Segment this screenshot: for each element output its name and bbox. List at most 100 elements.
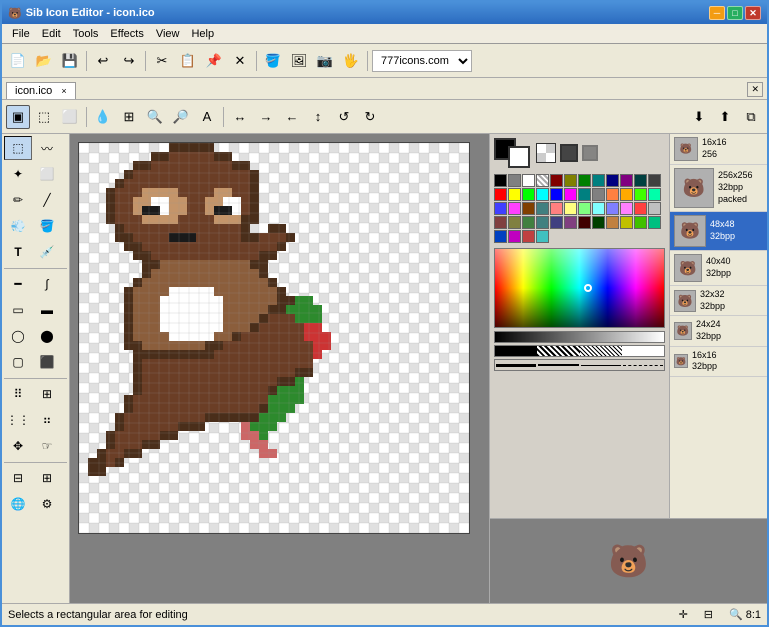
color-cell-30[interactable]	[578, 202, 591, 215]
icon-entry-0[interactable]: 🐻 16x16 256	[670, 134, 767, 165]
color-cell-49[interactable]	[508, 230, 521, 243]
zoom-out-tool[interactable]: 🔎	[169, 105, 193, 129]
color-cell-44[interactable]	[606, 216, 619, 229]
color-cell-45[interactable]	[620, 216, 633, 229]
cut-button[interactable]: ✂	[150, 49, 174, 73]
icon-entry-5[interactable]: 🐻 24x24 32bpp	[670, 316, 767, 346]
select-tool2[interactable]: ⬚	[32, 105, 56, 129]
color-cell-25[interactable]	[508, 202, 521, 215]
layers-tool[interactable]: ⧉	[739, 105, 763, 129]
color-swap[interactable]	[582, 145, 598, 161]
select-lasso-btn[interactable]: 〰	[33, 136, 61, 160]
panel-close-btn[interactable]: ✕	[747, 82, 763, 97]
line2[interactable]	[538, 364, 578, 366]
select-tool3[interactable]: ⬜	[58, 105, 82, 129]
tool11a[interactable]: ⋮⋮	[4, 408, 32, 432]
icon-entry-2[interactable]: 🐻 48x48 32bpp	[670, 212, 767, 251]
color-cell-41[interactable]	[564, 216, 577, 229]
tab-close-btn[interactable]: ×	[61, 86, 66, 96]
line2-btn[interactable]: ━	[4, 272, 32, 296]
color-cell-31[interactable]	[592, 202, 605, 215]
arrow-r-tool[interactable]: →	[254, 105, 278, 129]
eyedropper-btn[interactable]: 💉	[33, 240, 61, 264]
close-button[interactable]: ✕	[745, 6, 761, 20]
new-button[interactable]: 📄	[6, 49, 30, 73]
color-cell-26[interactable]	[522, 202, 535, 215]
grayscale-strip[interactable]	[494, 331, 665, 343]
p2[interactable]	[537, 346, 579, 356]
color-cell-8[interactable]	[606, 174, 619, 187]
color-cell-42[interactable]	[578, 216, 591, 229]
color-cell-16[interactable]	[550, 188, 563, 201]
color-cell-51[interactable]	[536, 230, 549, 243]
color-cell-47[interactable]	[648, 216, 661, 229]
fill-tool[interactable]: 💧	[91, 105, 115, 129]
rounded-rect-btn[interactable]: ▢	[4, 350, 32, 374]
menu-view[interactable]: View	[150, 27, 186, 41]
color-cell-7[interactable]	[592, 174, 605, 187]
add-image-button[interactable]: 🖼	[287, 49, 311, 73]
line-btn[interactable]: ╱	[33, 188, 61, 212]
save-button[interactable]: 💾	[58, 49, 82, 73]
color-cell-40[interactable]	[550, 216, 563, 229]
color-cell-4[interactable]	[550, 174, 563, 187]
pencil-btn[interactable]: ✏	[4, 188, 32, 212]
select-rect-btn[interactable]: ⬚	[4, 136, 32, 160]
color-cell-1[interactable]	[508, 174, 521, 187]
zoom-in-tool[interactable]: 🔍	[143, 105, 167, 129]
flip-h-tool[interactable]: ↔	[228, 105, 252, 129]
text-btn[interactable]: T	[4, 240, 32, 264]
color-cell-17[interactable]	[564, 188, 577, 201]
color-cell-10[interactable]	[634, 174, 647, 187]
color-cell-21[interactable]	[620, 188, 633, 201]
color-cell-6[interactable]	[578, 174, 591, 187]
flip-v-tool[interactable]: ↕	[306, 105, 330, 129]
color-cell-37[interactable]	[508, 216, 521, 229]
color-cell-29[interactable]	[564, 202, 577, 215]
delete-button[interactable]: ✕	[228, 49, 252, 73]
color-cell-11[interactable]	[648, 174, 661, 187]
tool14b[interactable]: ⚙	[33, 492, 61, 516]
tool14a[interactable]: 🌐	[4, 492, 32, 516]
icon-entry-6[interactable]: 🐻 16x16 32bpp	[670, 347, 767, 377]
tool11b[interactable]: ⠶	[33, 408, 61, 432]
transparency-selector[interactable]	[536, 143, 556, 163]
icon-entry-4[interactable]: 🐻 32x32 32bpp	[670, 286, 767, 316]
move-btn[interactable]: ✥	[4, 434, 32, 458]
bucket-btn[interactable]: 🪣	[33, 214, 61, 238]
color-cell-33[interactable]	[620, 202, 633, 215]
color-cell-28[interactable]	[550, 202, 563, 215]
pixel-canvas[interactable]	[79, 143, 469, 533]
rect-btn[interactable]: ▭	[4, 298, 32, 322]
website-dropdown[interactable]: 777icons.com	[372, 50, 472, 72]
menu-tools[interactable]: Tools	[67, 27, 105, 41]
color-cell-20[interactable]	[606, 188, 619, 201]
filled-rounded-btn[interactable]: ⬛	[33, 350, 61, 374]
color-cell-18[interactable]	[578, 188, 591, 201]
stamp-btn[interactable]: ⊞	[33, 382, 61, 406]
color-cell-3[interactable]	[536, 174, 549, 187]
color-cell-34[interactable]	[634, 202, 647, 215]
ellipse-btn[interactable]: ◯	[4, 324, 32, 348]
color-cell-50[interactable]	[522, 230, 535, 243]
color-cell-2[interactable]	[522, 174, 535, 187]
color-cell-35[interactable]	[648, 202, 661, 215]
color-overlay[interactable]	[560, 144, 578, 162]
redo-button[interactable]: ↪	[117, 49, 141, 73]
color-cell-23[interactable]	[648, 188, 661, 201]
capture-button[interactable]: 📷	[313, 49, 337, 73]
color-cell-13[interactable]	[508, 188, 521, 201]
color-cell-39[interactable]	[536, 216, 549, 229]
color-cell-12[interactable]	[494, 188, 507, 201]
line3[interactable]	[581, 365, 621, 366]
arrow-l-tool[interactable]: ←	[280, 105, 304, 129]
layer-btn[interactable]: ⊟	[4, 466, 32, 490]
import-btn[interactable]: ⊞	[33, 466, 61, 490]
curve-btn[interactable]: ∫	[33, 272, 61, 296]
hand2-btn[interactable]: ☞	[33, 434, 61, 458]
p1[interactable]	[495, 346, 537, 356]
color-cell-38[interactable]	[522, 216, 535, 229]
select-rect-tool[interactable]: ▣	[6, 105, 30, 129]
undo-button[interactable]: ↩	[91, 49, 115, 73]
color-cell-0[interactable]	[494, 174, 507, 187]
